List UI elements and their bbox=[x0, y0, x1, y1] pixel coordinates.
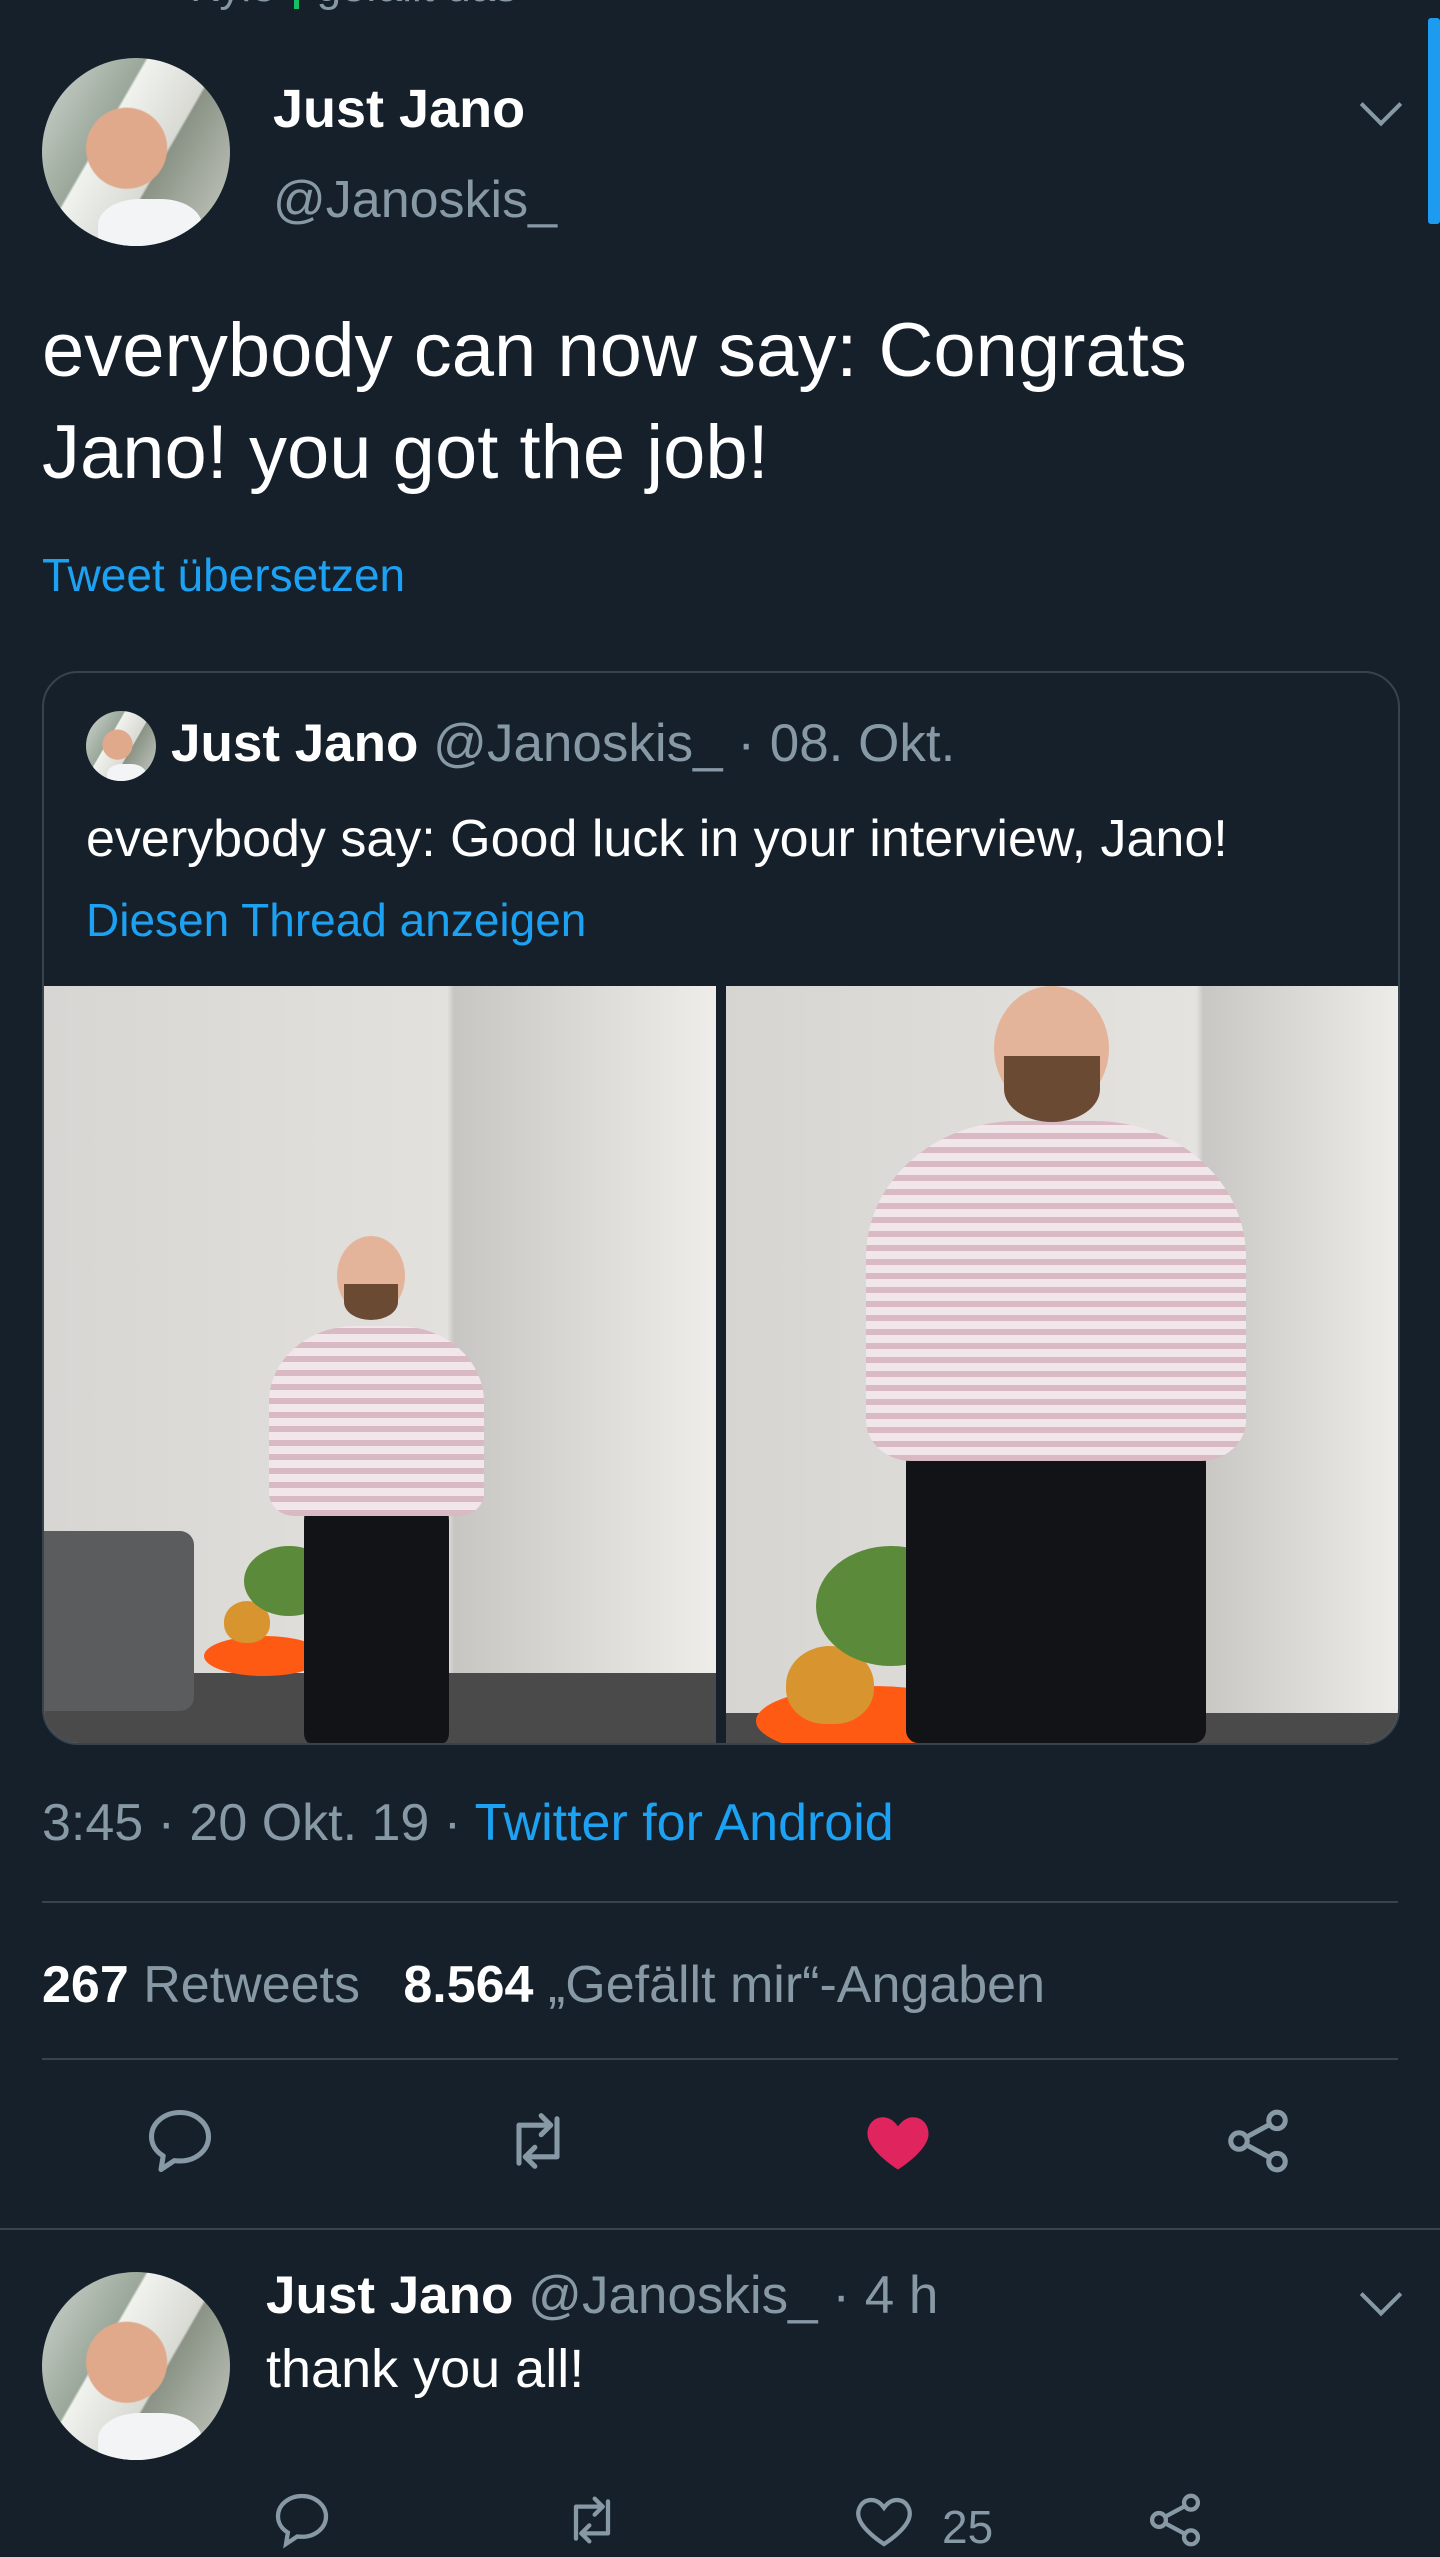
quoted-tweet-header: Just Jano @Janoskis_ · 08. Okt. bbox=[171, 713, 955, 774]
author-avatar[interactable] bbox=[42, 58, 230, 246]
thread-connector bbox=[293, 0, 299, 10]
quoted-author-avatar[interactable] bbox=[86, 711, 156, 781]
tweet-timestamp: 3:45 · 20 Okt. 19 · bbox=[42, 1794, 462, 1852]
heart-outline-icon bbox=[856, 2497, 912, 2547]
share-icon bbox=[1149, 2493, 1201, 2547]
tweet-text: everybody can now say: Congrats Jano! yo… bbox=[42, 308, 1187, 495]
retweets-count: 267 bbox=[42, 1956, 129, 2014]
photo-full-body-close[interactable] bbox=[726, 986, 1398, 1743]
like-button[interactable] bbox=[860, 2103, 936, 2184]
reply-like-count: 25 bbox=[942, 2501, 994, 2553]
quoted-tweet-text: everybody say: Good luck in your intervi… bbox=[86, 810, 1228, 868]
context-user: Kyle bbox=[190, 0, 276, 11]
likes-count: 8.564 bbox=[403, 1956, 534, 2014]
author-handle[interactable]: @Janoskis_ bbox=[273, 170, 557, 230]
quoted-author-handle[interactable]: @Janoskis_ bbox=[433, 714, 722, 773]
context-action: gefällt das bbox=[317, 0, 518, 11]
retweets-stat[interactable]: 267 Retweets bbox=[42, 1956, 374, 2014]
reply-share-button[interactable] bbox=[1143, 2488, 1207, 2557]
retweet-icon bbox=[516, 2113, 560, 2169]
reply-author-avatar[interactable] bbox=[42, 2272, 230, 2460]
author-name[interactable]: Just Jano bbox=[273, 78, 525, 140]
heart-filled-icon bbox=[867, 2117, 929, 2170]
scrollbar-thumb[interactable] bbox=[1428, 18, 1440, 224]
retweet-button[interactable] bbox=[500, 2103, 576, 2184]
translate-link[interactable]: Tweet übersetzen bbox=[42, 548, 405, 602]
retweets-label: Retweets bbox=[143, 1956, 360, 2014]
quoted-author-name[interactable]: Just Jano bbox=[171, 714, 418, 773]
share-icon bbox=[1228, 2109, 1288, 2173]
tweet-meta: 3:45 · 20 Okt. 19 · Twitter for Android bbox=[42, 1793, 894, 1853]
reply-header: Just Jano @Janoskis_ · 4 h bbox=[266, 2265, 938, 2326]
reply-like-button[interactable] bbox=[852, 2488, 916, 2557]
reply-author-handle[interactable]: @Janoskis_ bbox=[528, 2266, 817, 2325]
divider bbox=[42, 2058, 1398, 2060]
divider bbox=[42, 1901, 1398, 1903]
divider bbox=[0, 2228, 1440, 2230]
social-context-bar: Kyle gefällt das bbox=[190, 0, 517, 12]
reply-text: thank you all! bbox=[266, 2339, 585, 2399]
reply-retweet-button[interactable] bbox=[560, 2488, 624, 2557]
likes-label: „Gefällt mir“-Angaben bbox=[547, 1956, 1046, 2014]
chevron-down-icon[interactable] bbox=[1359, 2273, 1403, 2317]
quoted-tweet-card[interactable]: Just Jano @Janoskis_ · 08. Okt. everybod… bbox=[42, 671, 1400, 1745]
show-thread-link[interactable]: Diesen Thread anzeigen bbox=[86, 893, 586, 947]
reply-button[interactable] bbox=[142, 2103, 218, 2184]
share-button[interactable] bbox=[1220, 2103, 1296, 2184]
reply-icon bbox=[275, 2493, 329, 2549]
client-link[interactable]: Twitter for Android bbox=[475, 1794, 894, 1852]
photo-full-body-distant[interactable] bbox=[44, 986, 716, 1743]
reply-icon bbox=[148, 2109, 212, 2173]
reply-reply-button[interactable] bbox=[270, 2488, 334, 2557]
retweet-icon bbox=[573, 2496, 611, 2544]
quoted-date: · 08. Okt. bbox=[737, 714, 956, 773]
reply-time: · 4 h bbox=[832, 2266, 939, 2325]
tweet-stats: 267 Retweets 8.564 „Gefällt mir“-Angaben bbox=[42, 1955, 1045, 2015]
media-grid bbox=[44, 986, 1398, 1743]
reply-author-name[interactable]: Just Jano bbox=[266, 2266, 513, 2325]
chevron-down-icon[interactable] bbox=[1359, 83, 1403, 127]
likes-stat[interactable]: 8.564 „Gefällt mir“-Angaben bbox=[403, 1956, 1045, 2014]
